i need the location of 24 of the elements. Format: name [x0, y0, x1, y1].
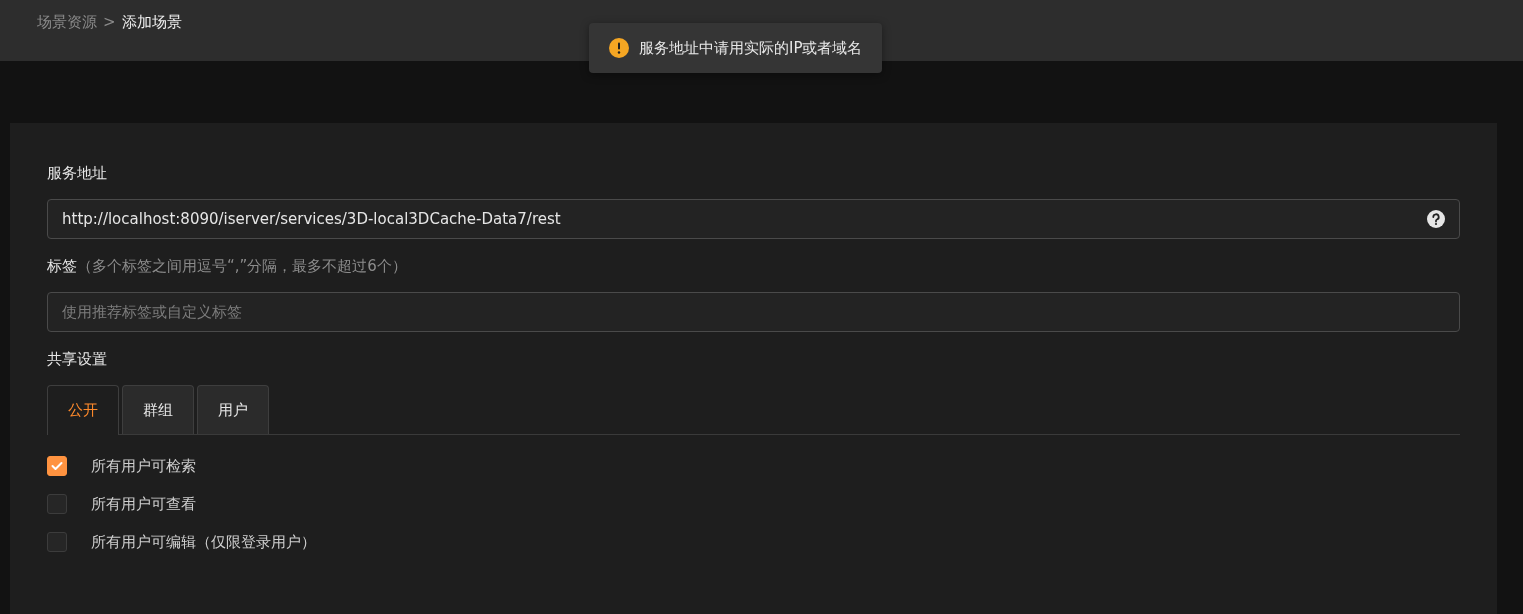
- warning-icon: [609, 38, 629, 58]
- service-address-field[interactable]: http://localhost:8090/iserver/services/3D-local3DCache-Data7/rest: [47, 199, 1460, 239]
- checkbox[interactable]: [47, 494, 67, 514]
- tags-field[interactable]: 使用推荐标签或自定义标签: [47, 292, 1460, 332]
- checkbox[interactable]: [47, 532, 67, 552]
- checkmark-icon: [51, 461, 63, 471]
- checkbox[interactable]: [47, 456, 67, 476]
- toast-text: 服务地址中请用实际的IP或者域名: [639, 38, 863, 58]
- field-label: 服务地址: [47, 162, 108, 184]
- help-icon[interactable]: [1427, 210, 1445, 228]
- breadcrumb-separator: >: [103, 13, 116, 31]
- checkbox-label: 所有用户可检索: [91, 456, 196, 476]
- breadcrumb-item[interactable]: 场景资源: [37, 13, 97, 32]
- field-hint: （多个标签之间用逗号“,”分隔，最多不超过6个）: [77, 256, 407, 276]
- service-address-input[interactable]: http://localhost:8090/iserver/services/3D-local3DCache-Data7/rest: [62, 210, 1427, 228]
- tab[interactable]: 群组: [122, 385, 194, 434]
- breadcrumb-item: 添加场景: [121, 13, 182, 32]
- section-label: 共享设置: [47, 348, 108, 370]
- tab[interactable]: 公开: [47, 385, 119, 435]
- checkbox-label: 所有用户可编辑（仅限登录用户）: [91, 532, 316, 552]
- tags-input[interactable]: 使用推荐标签或自定义标签: [62, 303, 1445, 321]
- field-label: 标签: [47, 255, 77, 277]
- checkbox-label: 所有用户可查看: [91, 494, 196, 514]
- tab[interactable]: 用户: [197, 385, 269, 434]
